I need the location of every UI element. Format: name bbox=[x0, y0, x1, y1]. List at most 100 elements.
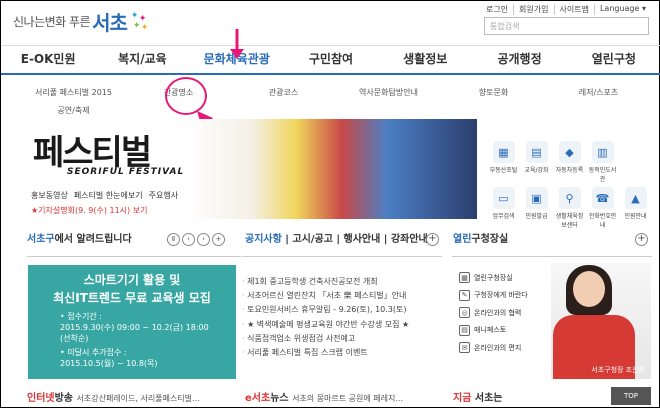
mayor-photo: 서초구청장 조은희 bbox=[551, 263, 651, 379]
quick-library[interactable]: ▥ 동적인도서관 bbox=[586, 141, 619, 183]
banner-note[interactable]: ★기자설명회(9. 9(수) 11시) 보기 bbox=[31, 205, 147, 216]
list-item[interactable]: 서리풀 페스티벌 특집 스크랩 이벤트 bbox=[242, 346, 442, 360]
notice-more-icon[interactable]: + bbox=[426, 233, 439, 246]
edu-detail: 2015.9.30(수) 09:00 ~ 10.2(금) 18:00 bbox=[60, 323, 209, 332]
quick-work-search[interactable]: ▭ 업무검색 bbox=[487, 187, 520, 229]
tab-announcement[interactable]: 고시/공고 bbox=[292, 234, 332, 245]
nav-participation[interactable]: 구민참여 bbox=[284, 46, 378, 73]
logo-name: 서초 bbox=[92, 11, 128, 35]
sitemap-link[interactable]: 사이트맵 bbox=[553, 4, 594, 15]
civil-item[interactable]: ▤ 매니페스토 bbox=[459, 322, 549, 340]
building-icon: ▦ bbox=[492, 141, 515, 163]
now-seocho-heading[interactable]: 지금 서초는 bbox=[453, 389, 503, 404]
divider bbox=[452, 256, 652, 257]
seocho-news-heading: 서초구에서 알려드립니다 bbox=[27, 234, 132, 245]
list-item[interactable]: 식품접객업소 위생점검 사전예고 bbox=[242, 332, 442, 346]
book-icon: ▤ bbox=[525, 141, 548, 163]
internet-broadcast-heading[interactable]: 인터넷방송 서초강산패레이드, 서리풀페스티벌... bbox=[27, 389, 200, 404]
document-icon: ▭ bbox=[492, 187, 515, 209]
mayor-caption: 서초구청장 조은희 bbox=[591, 366, 645, 374]
highlight-circle bbox=[165, 77, 207, 115]
education-notice[interactable]: 스마트기기 활용 및 최신IT트렌드 무료 교육생 모집 • 접수기간 : 20… bbox=[28, 265, 236, 379]
submenu-history-tour[interactable]: 역사문화탐방안내 bbox=[336, 87, 441, 99]
civil-heading: 열린구청장실 bbox=[453, 234, 509, 245]
handshake-icon: ◎ bbox=[459, 307, 470, 319]
nav-culture[interactable]: 문화체육관광 bbox=[190, 46, 284, 73]
mayor-face bbox=[573, 271, 605, 307]
prev-icon[interactable]: ‹ bbox=[182, 233, 195, 246]
nav-eok-minwon[interactable]: E-OK민원 bbox=[1, 46, 95, 73]
civil-more-icon[interactable]: + bbox=[635, 233, 648, 246]
mountain-icon: ▲ bbox=[624, 187, 647, 209]
submenu-leisure[interactable]: 레저/스포츠 bbox=[546, 87, 651, 99]
eseocho-news-heading[interactable]: e서초뉴스 서초의 몽마르트 공원에 페레지... bbox=[245, 389, 403, 404]
banner-link-events[interactable]: 주요행사 bbox=[149, 190, 178, 201]
language-select[interactable]: Language ▾ bbox=[593, 4, 651, 15]
quick-issuance[interactable]: ▣ 민원발급 bbox=[520, 187, 553, 229]
library-icon: ▥ bbox=[591, 141, 614, 163]
tab-lectures[interactable]: 강좌안내 bbox=[391, 234, 428, 245]
header: 신나는변화 푸른 서초 ✦ ✦ ✦ ✦ 로그인 회원가입 사이트맵 Langua… bbox=[1, 1, 660, 43]
quick-guide[interactable]: ▲ 인원안내 bbox=[619, 187, 652, 229]
submenu-festival[interactable]: 서리풀 페스티벌 2015 bbox=[21, 87, 126, 99]
search-icon: ⚲ bbox=[558, 187, 581, 209]
phone-icon: ☎ bbox=[591, 187, 614, 209]
nav-life-info[interactable]: 생활정보 bbox=[378, 46, 472, 73]
civil-item[interactable]: ◎ 온라인과의 협력 bbox=[459, 304, 549, 322]
edu-detail: (선착순) bbox=[60, 334, 89, 343]
more-icon[interactable]: + bbox=[212, 233, 225, 246]
notice-list: 제1회 중고등학생 건축사진공모전 개최 서초어르신 열린잔치 「서초 樂 페스… bbox=[242, 275, 442, 360]
utility-links: 로그인 회원가입 사이트맵 Language ▾ bbox=[481, 4, 651, 15]
login-link[interactable]: 로그인 bbox=[481, 4, 513, 15]
speech-icon: ✎ bbox=[459, 289, 470, 301]
pause-icon[interactable]: Ⅱ bbox=[167, 233, 180, 246]
search-input[interactable]: 통합검색 bbox=[484, 17, 649, 35]
tab-events[interactable]: 행사안내 bbox=[344, 234, 381, 245]
submenu: 서리풀 페스티벌 2015 관광명소 관광코스 역사문화탐방안내 향토문화 레저… bbox=[21, 77, 651, 117]
quick-sports[interactable]: ⚲ 생활체육정보센터 bbox=[553, 187, 586, 229]
next-icon[interactable]: › bbox=[197, 233, 210, 246]
logo-slogan: 신나는변화 푸른 bbox=[13, 15, 91, 29]
submenu-courses[interactable]: 관광코스 bbox=[231, 87, 336, 99]
site-logo[interactable]: 신나는변화 푸른 서초 ✦ ✦ ✦ ✦ bbox=[13, 7, 151, 36]
quick-education[interactable]: ▤ 교육/강좌 bbox=[520, 141, 553, 183]
nav-open-office[interactable]: 열린구청 bbox=[567, 46, 660, 73]
edu-detail: • 접수기간 : bbox=[60, 312, 102, 321]
signup-link[interactable]: 회원가입 bbox=[513, 4, 553, 15]
civil-item[interactable]: ▦ 열린구청장실 bbox=[459, 269, 549, 287]
quick-realestate[interactable]: ▦ 부동산포털 bbox=[487, 141, 520, 183]
edu-title-2: 최신IT트렌드 무료 교육생 모집 bbox=[53, 291, 211, 305]
list-item[interactable]: 서초어르신 열린잔치 「서초 樂 페스티벌」안내 bbox=[242, 289, 442, 303]
car-icon: ◆ bbox=[558, 141, 581, 163]
quick-car[interactable]: ◆ 자동차등록 bbox=[553, 141, 586, 183]
submenu-performances[interactable]: 공연/축제 bbox=[21, 105, 126, 117]
civil-item[interactable]: ✉ 온라인과의 편지 bbox=[459, 339, 549, 357]
festival-banner[interactable]: 페스티벌 SEORIFUL FESTIVAL 홍보동영상 페스티벌 한눈에보기 … bbox=[27, 119, 477, 219]
quick-empty bbox=[619, 141, 652, 183]
logo-stars-icon: ✦ ✦ ✦ ✦ bbox=[130, 10, 149, 33]
quick-links: ▦ 부동산포털 ▤ 교육/강좌 ◆ 자동차등록 ▥ 동적인도서관 ▭ 업무검색 ▣ 민원발급… bbox=[487, 141, 652, 229]
divider bbox=[27, 256, 241, 257]
printer-icon: ▣ bbox=[525, 187, 548, 209]
edu-title-1: 스마트기기 활용 및 bbox=[83, 273, 181, 287]
submenu-local-culture[interactable]: 향토문화 bbox=[441, 87, 546, 99]
tab-notice[interactable]: 공지사항 bbox=[245, 234, 282, 245]
civil-item[interactable]: ✎ 구청장에게 바란다 bbox=[459, 287, 549, 305]
banner-link-video[interactable]: 홍보동영상 bbox=[31, 190, 68, 201]
civil-list: ▦ 열린구청장실 ✎ 구청장에게 바란다 ◎ 온라인과의 협력 ▤ 매니페스토 ✉ 온라인… bbox=[459, 269, 549, 357]
banner-subtitle: SEORIFUL FESTIVAL bbox=[67, 167, 185, 177]
edu-detail: • 미달시 추가접수 : bbox=[60, 348, 127, 357]
page-top-button[interactable]: TOP bbox=[611, 387, 651, 405]
quick-phone[interactable]: ☎ 전화번호안내 bbox=[586, 187, 619, 229]
edu-detail: 2015.10.5(월) ~ 10.8(목) bbox=[60, 359, 158, 368]
divider bbox=[242, 256, 442, 257]
manifesto-icon: ▤ bbox=[459, 324, 470, 336]
notice-tabs: 공지사항 | 고시/공고 | 행사안내 | 강좌안내 bbox=[245, 234, 428, 245]
nav-welfare[interactable]: 복지/교육 bbox=[95, 46, 189, 73]
banner-link-overview[interactable]: 페스티벌 한눈에보기 bbox=[74, 190, 143, 201]
list-item[interactable]: ★ 벽색예술메 평생교육원 야간반 수강생 모집 ★ bbox=[242, 318, 442, 332]
list-item[interactable]: 제1회 중고등학생 건축사진공모전 개최 bbox=[242, 275, 442, 289]
letter-icon: ✉ bbox=[459, 342, 470, 354]
nav-admin[interactable]: 공개행정 bbox=[472, 46, 566, 73]
list-item[interactable]: 토요민원서비스 휴무알림 - 9.26(토), 10.3(토) bbox=[242, 303, 442, 317]
